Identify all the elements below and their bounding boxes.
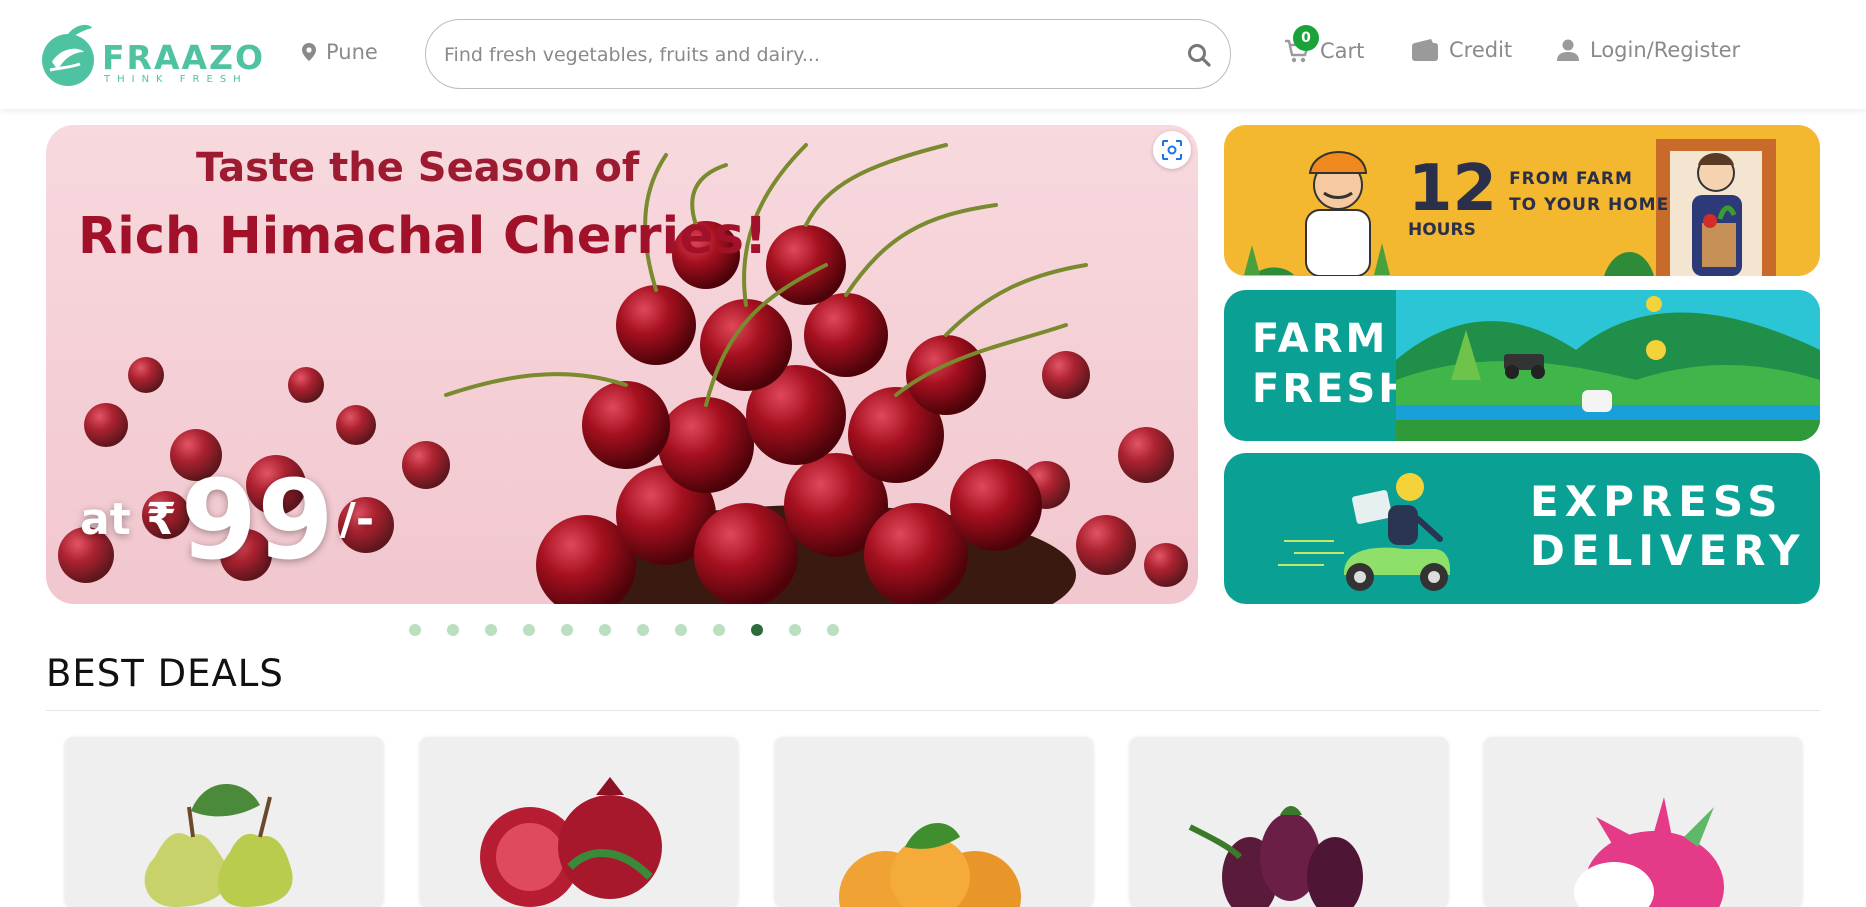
deal-card-dragon-fruit[interactable]: [1484, 737, 1802, 907]
deal-card-pomegranate[interactable]: [420, 737, 738, 907]
promo1-hours: HOURS: [1408, 219, 1476, 240]
top-header: FRAAZO THINK FRESH Pune Cart 0 Credit: [0, 0, 1866, 109]
section-divider: [46, 710, 1820, 711]
promo-banner-farm-fresh[interactable]: FARM FRESH: [1224, 290, 1820, 441]
location-label: Pune: [326, 40, 378, 64]
credit-button[interactable]: Credit: [1411, 38, 1512, 62]
credit-label: Credit: [1449, 38, 1513, 62]
cart-label: Cart: [1320, 39, 1365, 63]
best-deals-title: BEST DEALS: [46, 652, 284, 695]
carousel-dot[interactable]: [447, 624, 459, 636]
brinjal-image: [1188, 806, 1363, 907]
carousel-dot[interactable]: [485, 624, 497, 636]
dragon-fruit-image: [1574, 797, 1724, 907]
search-bar[interactable]: [425, 19, 1231, 89]
login-register-label: Login/Register: [1590, 38, 1741, 62]
search-input[interactable]: [444, 38, 1164, 72]
cart-count-badge: 0: [1293, 25, 1319, 51]
leaf-logo-icon: [42, 24, 94, 86]
promo1-line2: TO YOUR HOME: [1509, 195, 1670, 215]
pear-image: [144, 783, 293, 907]
carousel-dot[interactable]: [523, 624, 535, 636]
promo-banner-express-delivery[interactable]: EXPRESS DELIVERY: [1224, 453, 1820, 604]
carousel-dot[interactable]: [751, 624, 763, 636]
scooter-rider-illustration: [1278, 473, 1450, 591]
promo3-line2: DELIVERY: [1530, 526, 1806, 575]
promo2-text: FARM FRESH: [1252, 316, 1415, 412]
brand-tagline: THINK FRESH: [104, 74, 248, 85]
user-icon: [1557, 39, 1579, 61]
lens-icon: [1162, 140, 1182, 160]
orange-image: [839, 823, 1021, 907]
promo2-line1: FARM: [1252, 316, 1389, 362]
image-search-button[interactable]: [1153, 131, 1191, 169]
login-register-button[interactable]: Login/Register: [1556, 38, 1740, 62]
promo-banner-farm-to-home[interactable]: 12 HOURS FROM FARM TO YOUR HOME: [1224, 125, 1820, 276]
carousel-dot[interactable]: [827, 624, 839, 636]
deal-card-pear[interactable]: [65, 737, 383, 907]
promo3-text: EXPRESS DELIVERY: [1530, 477, 1806, 575]
location-pin-icon: [302, 43, 316, 61]
promo1-number: 12: [1408, 152, 1498, 226]
hero-price: at ₹ 99 /-: [80, 465, 374, 575]
carousel-dot[interactable]: [789, 624, 801, 636]
farm-landscape-illustration: [1396, 290, 1820, 441]
carousel-dot[interactable]: [561, 624, 573, 636]
deal-card-orange[interactable]: [775, 737, 1093, 907]
pomegranate-image: [480, 777, 662, 907]
hero-banner[interactable]: Taste the Season of Rich Himachal Cherri…: [46, 125, 1198, 604]
location-selector[interactable]: Pune: [302, 40, 378, 64]
promo1-text: 12 HOURS FROM FARM TO YOUR HOME: [1408, 152, 1670, 240]
search-icon[interactable]: [1186, 42, 1212, 68]
promo1-line1: FROM FARM: [1509, 169, 1633, 189]
carousel-dot[interactable]: [599, 624, 611, 636]
carousel-dot[interactable]: [637, 624, 649, 636]
deal-card-brinjal[interactable]: [1130, 737, 1448, 907]
hero-headline-line1: Taste the Season of: [196, 145, 640, 191]
price-suffix: /-: [339, 494, 375, 545]
wallet-icon: [1412, 39, 1438, 61]
promo2-line2: FRESH: [1252, 366, 1415, 412]
hero-headline-line2: Rich Himachal Cherries!: [78, 207, 768, 266]
carousel-dots: [409, 624, 839, 636]
promo3-line1: EXPRESS: [1530, 477, 1784, 526]
price-prefix: at ₹: [80, 494, 177, 545]
carousel-dot[interactable]: [409, 624, 421, 636]
price-value: 99: [180, 456, 334, 584]
carousel-dot[interactable]: [675, 624, 687, 636]
carousel-dot[interactable]: [713, 624, 725, 636]
fraazo-logo[interactable]: FRAAZO THINK FRESH: [38, 18, 263, 88]
brand-name: FRAAZO: [102, 38, 266, 77]
